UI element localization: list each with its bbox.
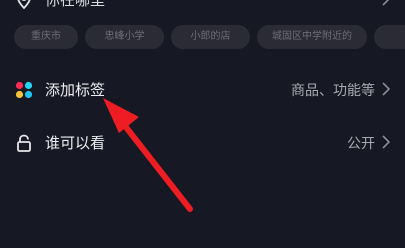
location-chip[interactable]: 城固区中学附近的: [257, 25, 367, 49]
add-tags-row[interactable]: 添加标签 商品、功能等: [0, 78, 405, 100]
location-chip[interactable]: 重庆市: [14, 25, 78, 49]
location-row[interactable]: 你在哪里: [0, 0, 405, 13]
add-tags-hint: 商品、功能等: [291, 83, 375, 99]
location-suggestion-chips: 重庆市 忠峰小学 小郎的店 城固区中学附近的: [14, 25, 405, 51]
location-pin-icon: [17, 0, 31, 10]
chevron-right-icon: [382, 135, 391, 149]
visibility-label: 谁可以看: [45, 134, 106, 152]
add-tags-label: 添加标签: [45, 81, 106, 99]
chevron-right-icon: [382, 82, 391, 96]
post-settings-screen: 你在哪里 重庆市 忠峰小学 小郎的店 城固区中学附近的 添加标签 商品、功能等 …: [0, 0, 405, 248]
tag-dots-icon: [15, 81, 33, 99]
location-label: 你在哪里: [45, 0, 106, 9]
visibility-row[interactable]: 谁可以看 公开: [0, 131, 405, 153]
lock-icon: [17, 134, 31, 152]
location-chip[interactable]: 小郎的店: [171, 25, 250, 49]
location-chip[interactable]: [374, 25, 405, 49]
location-chip[interactable]: 忠峰小学: [85, 25, 164, 49]
chevron-right-icon: [382, 0, 390, 6]
visibility-value: 公开: [347, 136, 375, 152]
